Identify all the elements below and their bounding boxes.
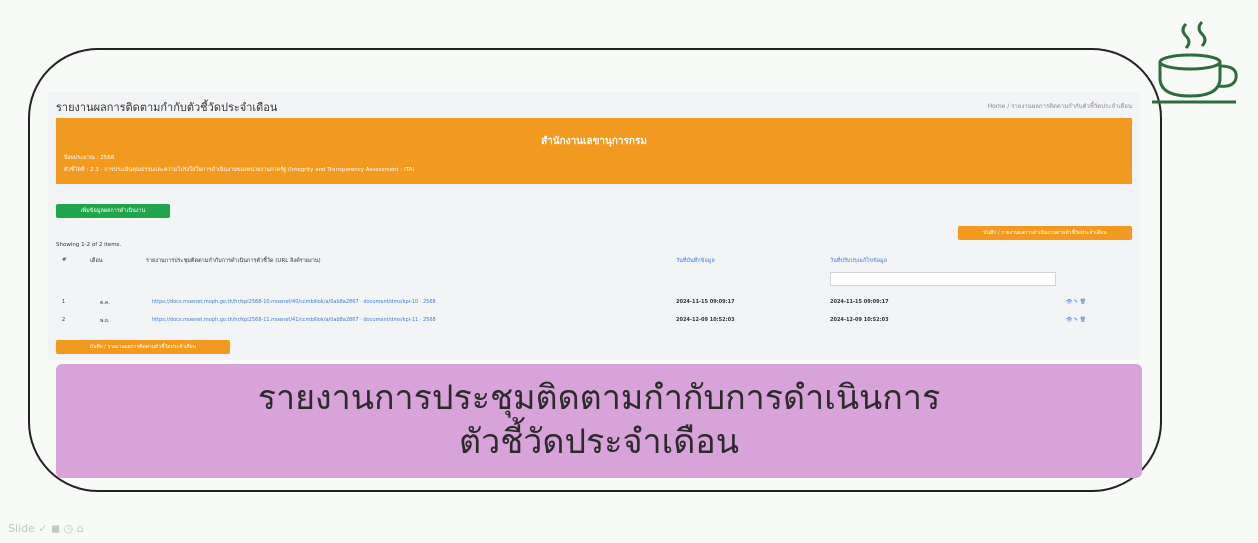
page-title: รายงานผลการติดตามกำกับตัวชี้วัดประจำเดือ…	[56, 101, 278, 114]
row-month: ต.ค.	[100, 300, 110, 306]
table-header: # เดือน รายงานการประชุมติดตามกำกับการดำเ…	[56, 254, 1132, 268]
items-summary: Showing 1-2 of 2 items.	[56, 242, 122, 248]
row-month: พ.ย.	[100, 318, 110, 324]
row-updated: 2024-11-15 09:09:17	[830, 299, 889, 305]
add-record-button[interactable]: เพิ่มข้อมูลผลการดำเนินงาน	[56, 204, 170, 218]
table-row: 1 ต.ค. https://docs.moenet.moph.go.th/hr…	[56, 296, 1132, 310]
caption-line-2: ตัวชี้วัดประจำเดือน	[459, 422, 739, 462]
indicator-label: ตัวชี้วัดที่ : 2.3 - การประเมินคุณธรรมแล…	[64, 167, 415, 173]
row-created: 2024-11-15 09:09:17	[676, 299, 735, 305]
row-created: 2024-12-09 10:52:03	[676, 317, 735, 323]
col-month: เดือน	[90, 258, 103, 264]
agency-banner: สำนักงานเลขานุการกรม ปีงบประมาณ : 2568 ต…	[56, 118, 1132, 184]
col-created-sort[interactable]: วันที่บันทึกข้อมูล	[676, 257, 715, 265]
row-action-icons[interactable]: 👁 ✎ 🗑	[1066, 299, 1086, 305]
updated-filter-input[interactable]	[830, 272, 1056, 286]
row-updated: 2024-12-09 10:52:03	[830, 317, 889, 323]
banner-title: สำนักงานเลขานุการกรม	[541, 136, 647, 147]
row-report-link[interactable]: https://docs.moenet.moph.go.th/hr/kpi256…	[152, 299, 436, 305]
col-number: #	[62, 257, 67, 263]
fiscal-year-label: ปีงบประมาณ : 2568	[64, 155, 115, 161]
row-action-icons[interactable]: 👁 ✎ 🗑	[1066, 317, 1086, 323]
col-updated-sort[interactable]: วันที่ปรับปรุงแก้ไขข้อมูล	[830, 257, 887, 265]
table-row: 2 พ.ย. https://docs.moenet.moph.go.th/hr…	[56, 314, 1132, 328]
row-number: 1	[62, 299, 66, 305]
report-button-top[interactable]: บันทึก / รายงานผลการดำเนินงานตามตัวชี้วั…	[958, 226, 1132, 240]
embedded-screenshot: รายงานผลการติดตามกำกับตัวชี้วัดประจำเดือ…	[48, 92, 1140, 360]
row-report-link[interactable]: https://docs.moenet.moph.go.th/hr/kpi256…	[152, 317, 436, 323]
row-number: 2	[62, 317, 66, 323]
caption-box: รายงานการประชุมติดตามกำกับการดำเนินการ ต…	[56, 364, 1142, 478]
breadcrumb[interactable]: Home / รายงานผลการติดตามกำกับตัวชี้วัดปร…	[988, 101, 1132, 111]
col-report-url: รายงานการประชุมติดตามกำกับการดำเนินการตั…	[146, 258, 321, 264]
coffee-cup-icon	[1152, 20, 1238, 104]
report-button-bottom[interactable]: บันทึก / รายงานผลการติดตามตัวชี้วัดประจำ…	[56, 340, 230, 354]
watermark: Slide ✓ ◼ ◷ ⌂	[8, 522, 84, 535]
